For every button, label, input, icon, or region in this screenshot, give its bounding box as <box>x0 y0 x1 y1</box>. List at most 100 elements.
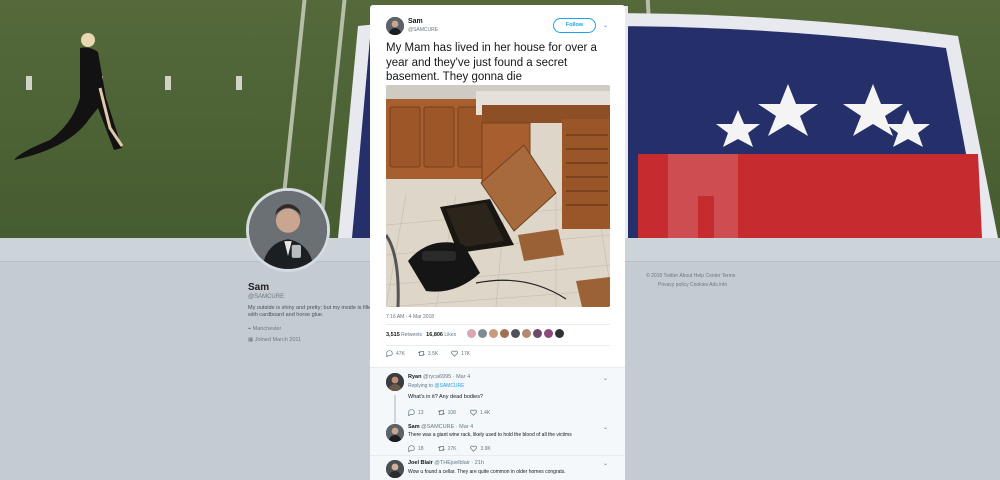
liker-avatar[interactable] <box>500 329 509 338</box>
tweet-permalink-modal: Sam @SAMCURE Follow ⌄ My Mam has lived i… <box>370 5 625 480</box>
reply-icon <box>386 350 393 357</box>
reply-author-name[interactable]: Sam <box>408 424 420 430</box>
replying-to: Replying to @SAMCURE <box>408 383 464 389</box>
reply-button[interactable]: 13 <box>408 409 424 416</box>
retweet-count: 27K <box>447 445 457 452</box>
reply-header: Joel Blair @THEjoelblair · 21h <box>408 460 484 466</box>
tweet-author-avatar-image <box>386 17 404 35</box>
footer-links: © 2018 Twitter About Help Center Terms P… <box>646 272 756 290</box>
tweet-author-avatar[interactable] <box>386 17 404 35</box>
replying-to-prefix: Replying to <box>408 383 434 389</box>
reply-author-name[interactable]: Ryan <box>408 374 421 380</box>
tweet-text: My Mam has lived in her house for over a… <box>386 42 597 83</box>
retweet-button[interactable]: 108 <box>437 409 456 416</box>
profile-joined-text: Joined March 2011 <box>254 337 302 343</box>
tweet-stats: 3,515 Retweets 16,806 Likes <box>386 332 456 338</box>
heart-icon <box>451 350 459 357</box>
chevron-down-icon[interactable]: ⌄ <box>603 375 608 382</box>
reply-date[interactable]: · Mar 4 <box>456 424 473 430</box>
reply-actions: 13 108 1.4K <box>408 409 504 416</box>
reply-count: 13 <box>418 409 424 416</box>
reply-count: 47K <box>396 350 405 357</box>
tweet-timestamp[interactable]: 7:16 AM - 4 Mar 2018 <box>386 314 434 320</box>
reply-avatar-image <box>386 373 404 391</box>
tweet-author-handle[interactable]: @SAMCURE <box>408 27 438 33</box>
tweet-author-name[interactable]: Sam <box>408 18 423 25</box>
retweet-count: 3.5K <box>427 350 439 357</box>
chevron-down-icon[interactable]: ⌄ <box>603 460 608 467</box>
reply-item[interactable]: Sam @SAMCURE · Mar 4 There was a giant w… <box>370 420 625 458</box>
reply-avatar[interactable] <box>386 460 404 478</box>
reply-author-name[interactable]: Joel Blair <box>408 460 433 466</box>
retweet-icon <box>437 446 445 451</box>
reply-text: Wow u found a cellar. They are quite com… <box>408 469 566 475</box>
replying-to-handle[interactable]: @SAMCURE <box>434 383 464 389</box>
reply-text: There was a giant wine rack, likely used… <box>408 432 572 438</box>
reply-icon <box>408 409 415 416</box>
reply-avatar-image <box>386 460 404 478</box>
reply-header: Ryan @ryca6995 · Mar 4 <box>408 374 470 380</box>
retweet-button[interactable]: 27K <box>437 445 457 452</box>
liker-avatar[interactable] <box>555 329 564 338</box>
retweet-count: 108 <box>447 409 456 416</box>
like-count: 17K <box>461 350 471 357</box>
like-button[interactable]: 1.4K <box>470 409 490 416</box>
profile-joined: ▦ Joined March 2011 <box>248 337 301 343</box>
reply-item[interactable]: Ryan @ryca6995 · Mar 4 Replying to @SAMC… <box>370 373 625 421</box>
reply-date[interactable]: · 21h <box>471 460 484 466</box>
liker-avatar[interactable] <box>489 329 498 338</box>
retweet-button[interactable]: 3.5K <box>418 350 438 357</box>
reply-actions: 18 27K 3.9K <box>408 445 505 452</box>
follow-button[interactable]: Follow <box>553 18 596 33</box>
profile-bio: My outside is shiny and pretty; but my i… <box>248 305 375 318</box>
liker-avatar[interactable] <box>467 329 476 338</box>
like-button[interactable]: 17K <box>451 350 470 357</box>
reply-button[interactable]: 18 <box>408 445 424 452</box>
reply-author-handle[interactable]: @SAMCURE <box>421 424 454 430</box>
likers-avatars <box>467 329 564 338</box>
tweet-actions: 47K 3.5K 17K <box>386 350 483 357</box>
retweets-count[interactable]: 3,515 <box>386 332 400 338</box>
tweet-photo[interactable] <box>386 85 610 307</box>
profile-location: ⌖ Manchester <box>248 326 281 333</box>
heart-icon <box>470 409 477 416</box>
reply-header: Sam @SAMCURE · Mar 4 <box>408 424 473 430</box>
reply-avatar[interactable] <box>386 424 404 442</box>
location-pin-icon: ⌖ <box>248 326 252 332</box>
reply-item[interactable]: Joel Blair @THEjoelblair · 21h Wow u fou… <box>370 457 625 480</box>
divider <box>370 455 625 456</box>
chevron-down-icon[interactable]: ⌄ <box>603 424 608 431</box>
footer-links-line[interactable]: © 2018 Twitter About Help Center Terms <box>646 272 756 281</box>
liker-avatar[interactable] <box>478 329 487 338</box>
banner-person-figure <box>14 33 124 160</box>
liker-avatar[interactable] <box>533 329 542 338</box>
retweets-label[interactable]: Retweets <box>401 332 422 338</box>
reply-author-handle[interactable]: @ryca6995 <box>423 374 451 380</box>
liker-avatar[interactable] <box>511 329 520 338</box>
reply-date[interactable]: · Mar 4 <box>453 374 470 380</box>
field-hash-mark <box>236 76 242 90</box>
likes-label[interactable]: Likes <box>444 332 456 338</box>
likes-count[interactable]: 16,806 <box>426 332 443 338</box>
footer-links-line[interactable]: Privacy policy Cookies Ads info <box>646 281 756 290</box>
reply-icon <box>408 445 415 452</box>
like-count: 3.9K <box>480 445 491 452</box>
reply-avatar[interactable] <box>386 373 404 391</box>
calendar-icon: ▦ <box>248 337 254 343</box>
like-button[interactable]: 3.9K <box>470 445 491 452</box>
liker-avatar[interactable] <box>522 329 531 338</box>
heart-icon <box>470 445 478 452</box>
reply-author-handle[interactable]: @THEjoelblair <box>434 460 470 466</box>
chevron-down-icon[interactable]: ⌄ <box>603 22 608 29</box>
field-hash-mark <box>165 76 171 90</box>
profile-name: Sam <box>248 282 270 293</box>
liker-avatar[interactable] <box>544 329 553 338</box>
retweet-icon <box>437 410 445 415</box>
reply-button[interactable]: 47K <box>386 350 405 357</box>
reply-avatar-image <box>386 424 404 442</box>
divider <box>386 345 610 346</box>
reply-text: What's in it? Any dead bodies? <box>408 394 484 400</box>
tweet-photo-image <box>386 85 610 307</box>
profile-avatar[interactable] <box>246 188 330 272</box>
like-count: 1.4K <box>479 409 491 416</box>
